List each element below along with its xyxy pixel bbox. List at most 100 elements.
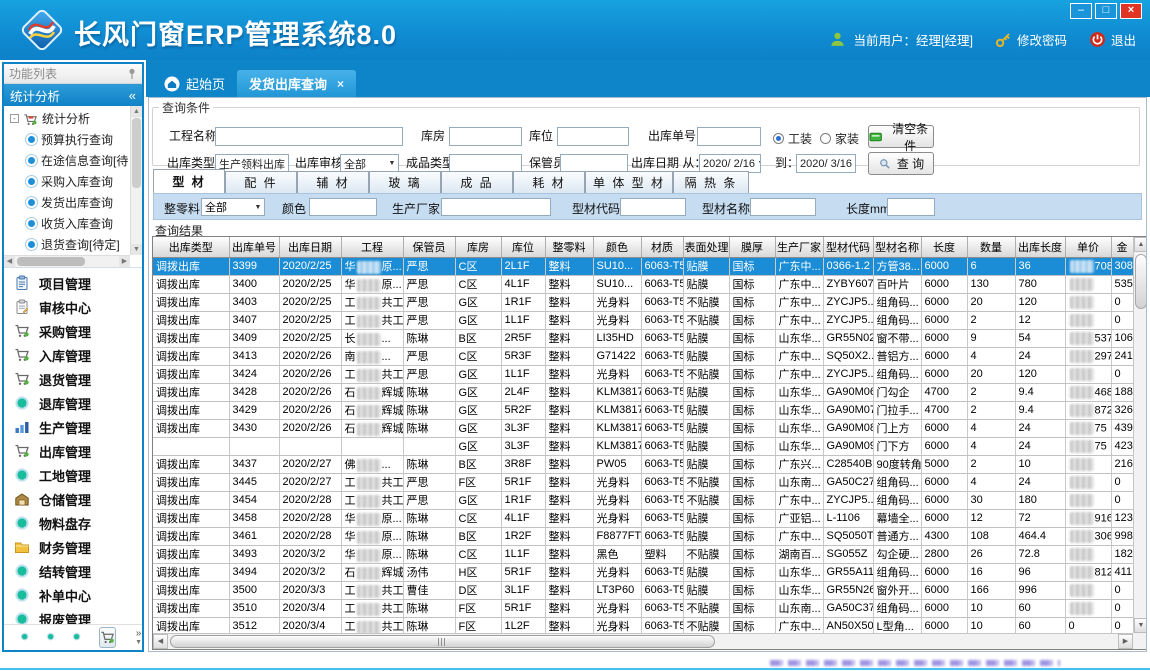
order-no-input[interactable]: [697, 127, 761, 146]
color-input[interactable]: [309, 198, 377, 216]
scroll-down-icon[interactable]: ▼: [1134, 618, 1147, 633]
table-row[interactable]: 调拨出库34282020/2/26石辉城陈琳G区2L4F整料KLM3817606…: [153, 383, 1133, 401]
table-row[interactable]: G区3L3F整料KLM38176063-T5贴膜国标山东华...GA90M09.…: [153, 437, 1133, 455]
table-row[interactable]: 调拨出库34582020/2/28华原...陈琳C区4L1F整料光身料6063-…: [153, 509, 1133, 527]
scrollbar-thumb[interactable]: [170, 635, 715, 648]
scrollbar-thumb[interactable]: [1135, 254, 1147, 309]
profile-code-input[interactable]: [620, 198, 686, 216]
tree-node-root[interactable]: -统计分析: [4, 108, 130, 129]
tree-node[interactable]: 在途信息查询[待: [4, 150, 130, 171]
tree-horizontal-scrollbar[interactable]: ◀ ▶: [4, 255, 130, 267]
collapse-panel-button[interactable]: «: [129, 88, 136, 103]
tree-node[interactable]: 预算执行查询: [4, 129, 130, 150]
scroll-up-icon[interactable]: ▲: [1134, 237, 1147, 252]
sidebar-item-结转管理[interactable]: 结转管理: [4, 559, 142, 583]
table-row[interactable]: 调拨出库34942020/3/2石辉城汤伟H区5R1F整料光身料6063-T5贴…: [153, 563, 1133, 581]
column-header-长度[interactable]: 长度: [921, 237, 967, 257]
material-tab-成品[interactable]: 成 品: [441, 171, 513, 193]
column-header-颜色[interactable]: 颜色: [593, 237, 641, 257]
sidebar-item-物料盘存[interactable]: 物料盘存: [4, 511, 142, 535]
table-row[interactable]: 调拨出库34072020/2/25工共工程严思G区1L1F整料光身料6063-T…: [153, 311, 1133, 329]
table-row[interactable]: 调拨出库34292020/2/26石辉城陈琳G区5R2F整料KLM3817606…: [153, 401, 1133, 419]
table-row[interactable]: 调拨出库34092020/2/25长...陈琳B区2R5F整料LI35HD606…: [153, 329, 1133, 347]
material-tab-辅材[interactable]: 辅 材: [297, 171, 369, 193]
change-password-button[interactable]: 修改密码: [995, 30, 1067, 49]
grid-horizontal-scrollbar[interactable]: ◀ ▶: [153, 633, 1133, 649]
pin-icon[interactable]: [127, 68, 137, 80]
column-header-型材名称[interactable]: 型材名称: [873, 237, 921, 257]
tab-发货出库查询[interactable]: 发货出库查询×: [237, 70, 356, 97]
column-header-出库日期[interactable]: 出库日期: [279, 237, 341, 257]
warehouse-input[interactable]: [449, 127, 522, 146]
sidebar-item-财务管理[interactable]: 财务管理: [4, 535, 142, 559]
sidebar-item-工地管理[interactable]: 工地管理: [4, 463, 142, 487]
material-tab-单体型材[interactable]: 单 体 型 材: [585, 171, 673, 193]
tab-起始页[interactable]: 起始页: [152, 70, 237, 97]
tab-close-icon[interactable]: ×: [337, 77, 344, 91]
material-tab-耗材[interactable]: 耗 材: [513, 171, 585, 193]
column-header-库房[interactable]: 库房: [455, 237, 501, 257]
table-row[interactable]: 调拨出库34932020/3/2华原...陈琳C区1L1F整料黑色塑料不贴膜国标…: [153, 545, 1133, 563]
minimize-button[interactable]: –: [1070, 3, 1092, 19]
sidebar-item-生产管理[interactable]: 生产管理: [4, 415, 142, 439]
cart-shortcut-button[interactable]: [99, 627, 116, 648]
material-tab-配件[interactable]: 配 件: [225, 171, 297, 193]
sidebar-item-审核中心[interactable]: 审核中心: [4, 295, 142, 319]
scroll-left-icon[interactable]: ◀: [4, 256, 15, 267]
scroll-up-icon[interactable]: ▲: [131, 106, 142, 117]
table-row[interactable]: 调拨出库34542020/2/28工共工程严思G区1R1F整料光身料6063-T…: [153, 491, 1133, 509]
maximize-button[interactable]: □: [1095, 3, 1117, 19]
sidebar-item-入库管理[interactable]: 入库管理: [4, 343, 142, 367]
table-row[interactable]: 调拨出库34002020/2/25华原...严思C区4L1F整料SU10...6…: [153, 275, 1133, 293]
sidebar-overflow-button[interactable]: » ▼: [135, 629, 142, 647]
column-header-工程[interactable]: 工程: [341, 237, 403, 257]
scroll-down-icon[interactable]: ▼: [131, 244, 142, 255]
table-row[interactable]: 调拨出库34372020/2/27佛...陈琳B区3R8F整料PW056063-…: [153, 455, 1133, 473]
column-header-金[interactable]: 金: [1111, 237, 1133, 257]
scrollbar-thumb[interactable]: [132, 118, 141, 188]
column-header-膜厚[interactable]: 膜厚: [729, 237, 775, 257]
tree-expander-icon[interactable]: -: [10, 114, 19, 123]
column-header-整零料[interactable]: 整零料: [545, 237, 593, 257]
table-row[interactable]: 调拨出库34302020/2/26石辉城陈琳G区3L3F整料KLM3817606…: [153, 419, 1133, 437]
sidebar-item-仓储管理[interactable]: 仓储管理: [4, 487, 142, 511]
whole-part-select[interactable]: 全部 ▼: [201, 198, 265, 216]
clear-conditions-button[interactable]: 清空条件: [868, 125, 934, 148]
sidebar-item-补单中心[interactable]: 补单中心: [4, 583, 142, 607]
scroll-right-icon[interactable]: ▶: [119, 256, 130, 267]
radio-jiazhuang[interactable]: 家装: [820, 130, 859, 147]
tree-node[interactable]: 收货入库查询: [4, 213, 130, 234]
table-row[interactable]: 调拨出库34132020/2/26南...严思C区5R3F整料G71422606…: [153, 347, 1133, 365]
column-header-表面处理[interactable]: 表面处理: [683, 237, 729, 257]
sidebar-item-项目管理[interactable]: 项目管理: [4, 271, 142, 295]
material-tab-隔热条[interactable]: 隔 热 条: [673, 171, 749, 193]
tree-vertical-scrollbar[interactable]: ▲ ▼: [130, 106, 142, 255]
column-header-材质[interactable]: 材质: [641, 237, 683, 257]
profile-name-input[interactable]: [750, 198, 816, 216]
length-input[interactable]: [887, 198, 935, 216]
sidebar-item-出库管理[interactable]: 出库管理: [4, 439, 142, 463]
dot-shortcut-icon[interactable]: [20, 630, 29, 645]
table-row[interactable]: 调拨出库34452020/2/27工共工程严思F区5R1F整料光身料6063-T…: [153, 473, 1133, 491]
scroll-left-icon[interactable]: ◀: [153, 634, 168, 649]
sidebar-item-报废管理[interactable]: 报废管理: [4, 607, 142, 624]
sidebar-item-采购管理[interactable]: 采购管理: [4, 319, 142, 343]
column-header-出库长度[interactable]: 出库长度: [1015, 237, 1065, 257]
tree-node[interactable]: 发货出库查询: [4, 192, 130, 213]
material-tab-玻璃[interactable]: 玻 璃: [369, 171, 441, 193]
sidebar-item-退货管理[interactable]: 退货管理: [4, 367, 142, 391]
column-header-库位[interactable]: 库位: [501, 237, 545, 257]
close-button[interactable]: ×: [1120, 3, 1142, 19]
project-name-input[interactable]: [215, 127, 403, 146]
logout-button[interactable]: 退出: [1089, 30, 1136, 49]
sidebar-item-退库管理[interactable]: 退库管理: [4, 391, 142, 415]
material-tab-型材[interactable]: 型 材: [153, 169, 225, 193]
table-row[interactable]: 调拨出库35102020/3/4工共工程陈琳F区5R1F整料光身料6063-T5…: [153, 599, 1133, 617]
scrollbar-thumb[interactable]: [17, 257, 85, 266]
table-row[interactable]: 调拨出库34032020/2/25工共工程严思G区1R1F整料光身料6063-T…: [153, 293, 1133, 311]
dot-shortcut-icon[interactable]: [72, 630, 81, 645]
scroll-right-icon[interactable]: ▶: [1118, 634, 1133, 649]
column-header-保管员[interactable]: 保管员: [403, 237, 455, 257]
dot-shortcut-icon[interactable]: [46, 630, 55, 645]
column-header-单价[interactable]: 单价: [1065, 237, 1111, 257]
